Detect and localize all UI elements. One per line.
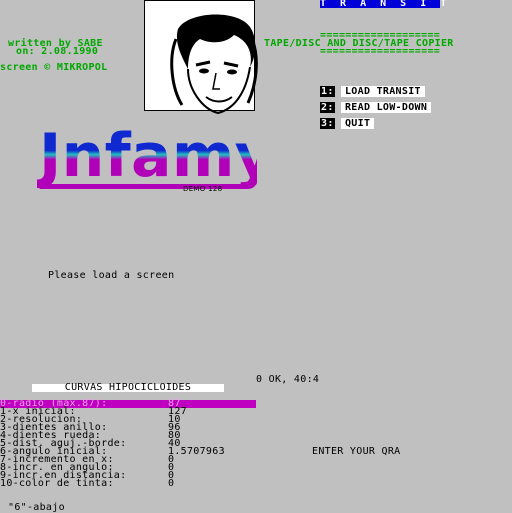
menu-item-quit[interactable]: 3: QUIT bbox=[320, 118, 375, 129]
copier-rule-bottom: =================== bbox=[320, 46, 441, 57]
portrait-image bbox=[144, 0, 258, 115]
param-row[interactable]: 10-color de tinta: 0 bbox=[0, 478, 256, 489]
transit-title: T R A N S I T bbox=[320, 0, 451, 9]
credit-screen: screen © MIKROPOL bbox=[0, 62, 108, 73]
logo-text: Jnfamy bbox=[37, 121, 257, 191]
credit-date: on: 2.08.1990 bbox=[16, 46, 99, 57]
infamy-logo: Jnfamy DEMO 128 bbox=[24, 112, 274, 193]
nav-hint: "6"-abajo bbox=[8, 502, 65, 513]
menu-label: LOAD TRANSIT bbox=[340, 86, 425, 97]
menu-label: READ LOW-DOWN bbox=[340, 102, 432, 113]
logo-subtitle: DEMO 128 bbox=[183, 185, 222, 193]
menu-key: 3: bbox=[320, 118, 335, 129]
menu-key: 2: bbox=[320, 102, 335, 113]
load-screen-prompt: Please load a screen bbox=[48, 270, 175, 281]
menu-item-load-transit[interactable]: 1: LOAD TRANSIT bbox=[320, 86, 425, 97]
param-value: 0 bbox=[168, 478, 175, 489]
menu-key: 1: bbox=[320, 86, 335, 97]
curvas-title: CURVAS HIPOCICLOIDES bbox=[32, 383, 224, 393]
qra-prompt: ENTER YOUR QRA bbox=[312, 446, 401, 457]
status-message: 0 OK, 40:4 bbox=[256, 374, 320, 385]
menu-label: QUIT bbox=[340, 118, 375, 129]
param-value: 1.5707963 bbox=[168, 446, 225, 457]
param-label: 10-color de tinta: bbox=[0, 478, 114, 489]
menu-item-read-low-down[interactable]: 2: READ LOW-DOWN bbox=[320, 102, 432, 113]
